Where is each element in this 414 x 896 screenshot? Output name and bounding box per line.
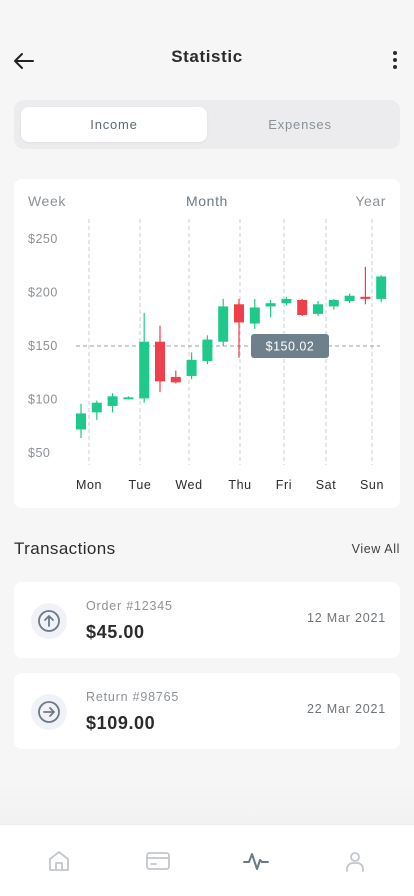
- bottom-nav: [0, 824, 414, 896]
- nav-home[interactable]: [29, 831, 89, 891]
- candle-body: [249, 307, 260, 324]
- y-tick-label: $200: [28, 286, 58, 300]
- y-tick-label: $150: [28, 339, 58, 353]
- transaction-amount: $109.00: [86, 713, 156, 733]
- tab-income[interactable]: Income: [21, 107, 207, 142]
- period-month[interactable]: Month: [14, 193, 400, 209]
- transaction-label: Return #98765: [86, 690, 180, 704]
- nav-wallet[interactable]: [128, 831, 188, 891]
- arrow-up-circle-icon: [38, 610, 60, 632]
- wallet-icon: [145, 851, 170, 870]
- candle-body: [186, 359, 197, 376]
- transaction-icon-wrap: [31, 603, 67, 639]
- x-tick-label: Wed: [175, 478, 202, 492]
- income-expenses-toggle: Income Expenses: [14, 100, 400, 149]
- x-tick-label: Sat: [316, 478, 337, 492]
- more-button[interactable]: [384, 46, 406, 74]
- bottom-fade: [0, 780, 414, 824]
- activity-icon: [243, 852, 270, 870]
- candle-body: [107, 396, 118, 406]
- page-title: Statistic: [171, 47, 243, 66]
- more-vertical-icon: [393, 51, 397, 55]
- candle-body: [139, 341, 150, 399]
- candle-body: [360, 296, 371, 299]
- candle-body: [313, 304, 323, 314]
- transaction-card[interactable]: Order #12345 $45.00 12 Mar 2021: [14, 582, 400, 658]
- candle-body: [202, 339, 213, 361]
- candle-body: [265, 303, 276, 307]
- candle-body: [218, 306, 229, 342]
- candle-body: [123, 397, 134, 400]
- candle-body: [170, 377, 181, 383]
- tab-expenses[interactable]: Expenses: [207, 107, 393, 142]
- candle-body: [376, 276, 387, 299]
- home-icon: [49, 850, 70, 871]
- transactions-title: Transactions: [14, 539, 116, 558]
- x-tick-label: Sun: [360, 478, 384, 492]
- chart-card: Week Month Year $250 $200 $150 $100 $50 Mon Tu…: [14, 179, 400, 508]
- x-tick-label: Thu: [228, 478, 251, 492]
- transaction-amount: $45.00: [86, 622, 145, 642]
- transaction-date: 12 Mar 2021: [307, 611, 386, 625]
- transaction-label: Order #12345: [86, 599, 173, 613]
- nav-statistic[interactable]: [226, 831, 286, 891]
- nav-profile[interactable]: [325, 831, 385, 891]
- user-icon: [345, 851, 364, 872]
- arrow-right-circle-icon: [38, 701, 60, 723]
- price-tooltip-label: $150.02: [266, 339, 315, 353]
- candle-body: [281, 298, 292, 304]
- transaction-card[interactable]: Return #98765 $109.00 22 Mar 2021: [14, 673, 400, 749]
- candle-body: [91, 402, 102, 413]
- period-year[interactable]: Year: [355, 193, 386, 209]
- candle-body: [155, 341, 165, 382]
- y-tick-label: $100: [28, 393, 58, 407]
- candle-body: [344, 295, 355, 302]
- candle-body: [328, 299, 339, 307]
- view-all-link[interactable]: View All: [352, 542, 400, 556]
- x-tick-label: Fri: [276, 478, 292, 492]
- y-tick-label: $50: [28, 446, 50, 460]
- transaction-icon-wrap: [31, 694, 67, 730]
- y-tick-label: $250: [28, 232, 58, 246]
- x-tick-label: Tue: [129, 478, 152, 492]
- x-tick-label: Mon: [76, 478, 102, 492]
- candle-body: [297, 299, 308, 315]
- candle-body: [234, 304, 244, 323]
- candlestick-chart: $250 $200 $150 $100 $50 Mon Tue Wed Thu Fri Sat Sun…: [28, 219, 387, 492]
- candle-body: [76, 413, 86, 430]
- transaction-date: 22 Mar 2021: [307, 702, 386, 716]
